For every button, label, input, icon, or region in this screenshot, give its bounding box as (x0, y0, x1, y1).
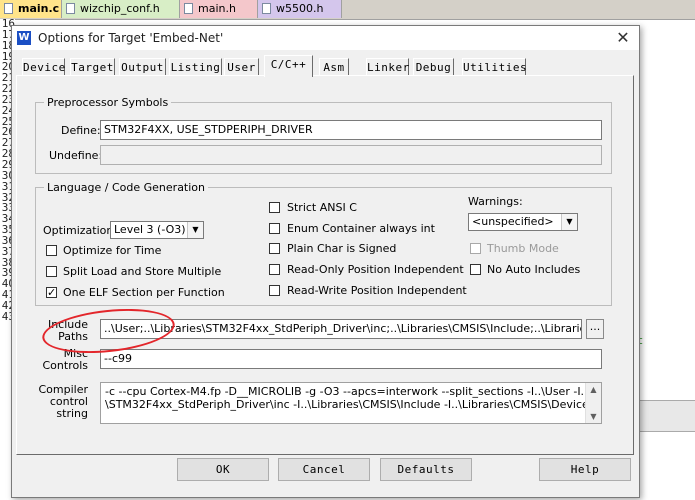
group-title: Language / Code Generation (44, 181, 209, 194)
optimize-for-time-label: Optimize for Time (63, 244, 162, 257)
one-elf-section-checkbox[interactable]: ✓ (46, 287, 57, 298)
read-write-position-independent-label: Read-Write Position Independent (287, 284, 467, 297)
compiler-control-line-2: \STM32F4xx_StdPeriph_Driver\inc -I..\Lib… (105, 398, 602, 411)
cancel-button[interactable]: Cancel (278, 458, 370, 481)
file-tab-label: main.c (18, 2, 60, 15)
thumb-mode-label: Thumb Mode (487, 242, 559, 255)
strict-ansi-c-label: Strict ANSI C (287, 201, 357, 214)
read-only-position-independent-label: Read-Only Position Independent (287, 263, 464, 276)
optimization-select[interactable]: Level 3 (-O3) ▼ (110, 221, 204, 239)
tab-device[interactable]: Device (22, 58, 65, 75)
define-label: Define: (61, 124, 101, 137)
enum-container-label: Enum Container always int (287, 222, 435, 235)
one-elf-section-label: One ELF Section per Function (63, 286, 225, 299)
file-tab-wizchip-conf-h[interactable]: wizchip_conf.h (62, 0, 180, 18)
compiler-control-line-1: -c --cpu Cortex-M4.fp -D__MICROLIB -g -O… (105, 385, 602, 398)
editor-horizontal-scrollbar[interactable] (637, 400, 695, 432)
keil-app-icon: W (17, 31, 31, 45)
c-file-icon (4, 3, 13, 14)
tab-utilities[interactable]: Utilities (462, 58, 527, 75)
read-only-position-independent-checkbox[interactable] (269, 264, 280, 275)
read-write-position-independent-checkbox[interactable] (269, 285, 280, 296)
controls-label-line: Controls (42, 359, 89, 372)
tab-user[interactable]: User (224, 58, 259, 75)
editor-file-tabs: main.c wizchip_conf.h main.h w5500.h (0, 0, 695, 20)
h-file-icon (66, 3, 75, 14)
dialog-titlebar[interactable]: W Options for Target 'Embed-Net' ✕ (12, 26, 639, 50)
tab-output[interactable]: Output (119, 58, 166, 75)
undefine-label: Undefine: (49, 149, 103, 162)
undefine-field[interactable] (100, 145, 602, 165)
chevron-down-icon: ▼ (561, 214, 577, 230)
scroll-up-icon[interactable]: ▲ (586, 383, 601, 396)
tab-debug[interactable]: Debug (413, 58, 454, 75)
optimize-for-time-checkbox[interactable] (46, 245, 57, 256)
tab-target[interactable]: Target (70, 58, 115, 75)
ok-button[interactable]: OK (177, 458, 269, 481)
plain-char-signed-label: Plain Char is Signed (287, 242, 397, 255)
options-dialog: W Options for Target 'Embed-Net' ✕ Devic… (11, 25, 640, 498)
no-auto-includes-checkbox[interactable] (470, 264, 481, 275)
tab-listing[interactable]: Listing (169, 58, 222, 75)
misc-controls-label: Misc Controls (42, 348, 89, 372)
compiler-control-string-box[interactable]: -c --cpu Cortex-M4.fp -D__MICROLIB -g -O… (100, 382, 602, 424)
split-load-store-checkbox[interactable] (46, 266, 57, 277)
paths-label-line: Paths (58, 330, 88, 343)
file-tab-label: main.h (198, 2, 236, 15)
h-file-icon (184, 3, 193, 14)
defaults-button[interactable]: Defaults (380, 458, 472, 481)
split-load-store-label: Split Load and Store Multiple (63, 265, 222, 278)
file-tab-main-c[interactable]: main.c (0, 0, 62, 18)
include-paths-field[interactable]: ..\User;..\Libraries\STM32F4xx_StdPeriph… (100, 319, 582, 339)
file-tab-label: w5500.h (276, 2, 324, 15)
warnings-label: Warnings: (468, 195, 523, 208)
help-button[interactable]: Help (539, 458, 631, 481)
file-tab-label: wizchip_conf.h (80, 2, 160, 15)
scroll-down-icon[interactable]: ▼ (586, 410, 601, 423)
include-paths-label: Include Paths (42, 319, 88, 343)
dialog-title: Options for Target 'Embed-Net' (38, 31, 224, 45)
compiler-control-string-label: Compiler control string (36, 384, 88, 420)
file-tab-main-h[interactable]: main.h (180, 0, 258, 18)
tab-asm[interactable]: Asm (319, 58, 349, 75)
tab-linker[interactable]: Linker (366, 58, 409, 75)
misc-controls-field[interactable]: --c99 (100, 349, 602, 369)
h-file-icon (262, 3, 271, 14)
compiler-control-scrollbar[interactable]: ▲ ▼ (585, 383, 601, 423)
include-paths-browse-button[interactable]: ... (586, 319, 604, 339)
strict-ansi-c-checkbox[interactable] (269, 202, 280, 213)
plain-char-signed-checkbox[interactable] (269, 243, 280, 254)
enum-container-checkbox[interactable] (269, 223, 280, 234)
optimization-label: Optimization: (43, 224, 118, 237)
warnings-value: <unspecified> (472, 215, 554, 228)
thumb-mode-checkbox[interactable] (470, 243, 481, 254)
chevron-down-icon: ▼ (187, 222, 203, 238)
close-icon[interactable]: ✕ (608, 26, 638, 50)
file-tab-w5500-h[interactable]: w5500.h (258, 0, 342, 18)
warnings-select[interactable]: <unspecified> ▼ (468, 213, 578, 231)
group-title: Preprocessor Symbols (44, 96, 172, 109)
optimization-value: Level 3 (-O3) (114, 223, 186, 236)
tab-c-cpp[interactable]: C/C++ (264, 55, 313, 77)
string-label-line: string (56, 407, 88, 420)
no-auto-includes-label: No Auto Includes (487, 263, 581, 276)
define-field[interactable]: STM32F4XX, USE_STDPERIPH_DRIVER (100, 120, 602, 140)
